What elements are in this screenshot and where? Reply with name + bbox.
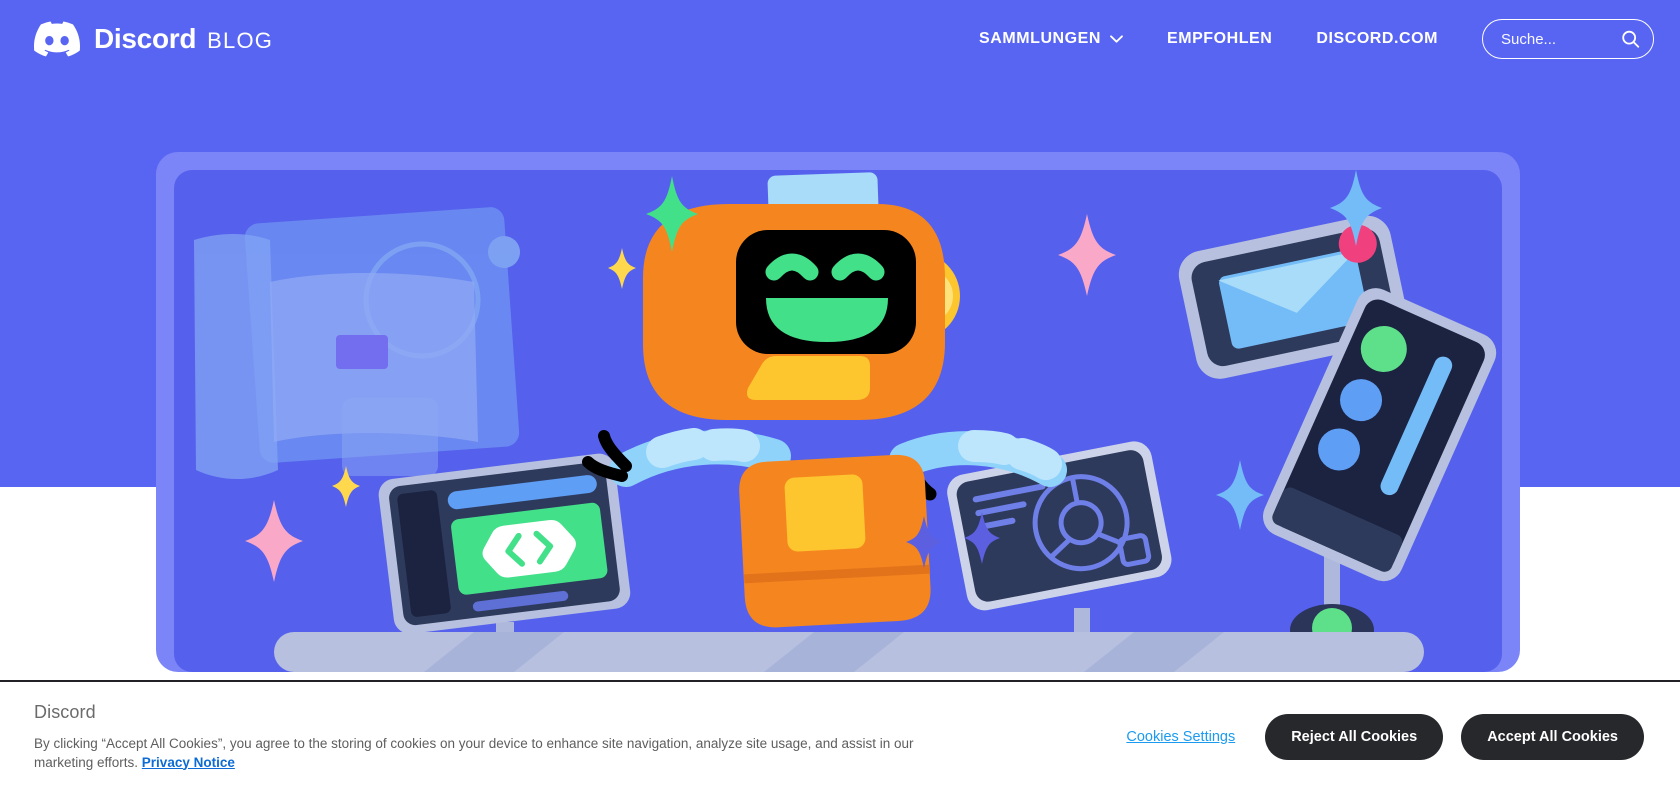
nav-label-sammlungen: SAMMLUNGEN [979,30,1101,47]
hero-card-inner [174,170,1502,672]
search-input[interactable] [1483,30,1680,48]
search-icon[interactable] [1621,30,1640,49]
accept-all-cookies-button[interactable]: Accept All Cookies [1461,713,1644,760]
search-box[interactable] [1482,19,1680,59]
brand-name: Discord [94,23,197,54]
cookie-banner-body: By clicking “Accept All Cookies”, you ag… [34,734,914,772]
cookie-banner-title: Discord [34,701,96,722]
desk-surface [274,632,1424,672]
hero-card[interactable] [156,152,1520,672]
discord-blog-page: Discord BLOG SAMMLUNGEN EMPFOHLEN DISCOR… [0,0,1680,791]
site-header: Discord BLOG SAMMLUNGEN EMPFOHLEN DISCOR… [0,0,1680,78]
cookie-consent-banner: Discord By clicking “Accept All Cookies”… [0,680,1680,791]
privacy-notice-link[interactable]: Privacy Notice [142,755,235,770]
reject-all-cookies-button[interactable]: Reject All Cookies [1265,713,1444,760]
nav-item-discord-com[interactable]: DISCORD.COM [1294,22,1460,56]
nav-label-discord-com: DISCORD.COM [1316,30,1438,47]
primary-nav: SAMMLUNGEN EMPFOHLEN DISCORD.COM [957,19,1680,59]
nav-item-empfohlen[interactable]: EMPFOHLEN [1145,22,1294,56]
nav-label-empfohlen: EMPFOHLEN [1166,30,1273,47]
cookie-actions: Cookies Settings Reject All Cookies Acce… [1114,713,1644,760]
cookie-text-block: Discord By clicking “Accept All Cookies”… [34,702,914,772]
nav-item-sammlungen[interactable]: SAMMLUNGEN [957,22,1145,56]
robot-mascot-illustration [194,170,1497,672]
discord-mascot-icon [34,21,80,57]
chevron-down-icon [1110,35,1123,43]
cookies-settings-link[interactable]: Cookies Settings [1114,721,1247,753]
brand-logo-link[interactable]: Discord BLOG [34,21,273,57]
brand-subtitle: BLOG [207,28,274,53]
translucent-panels [194,207,520,479]
